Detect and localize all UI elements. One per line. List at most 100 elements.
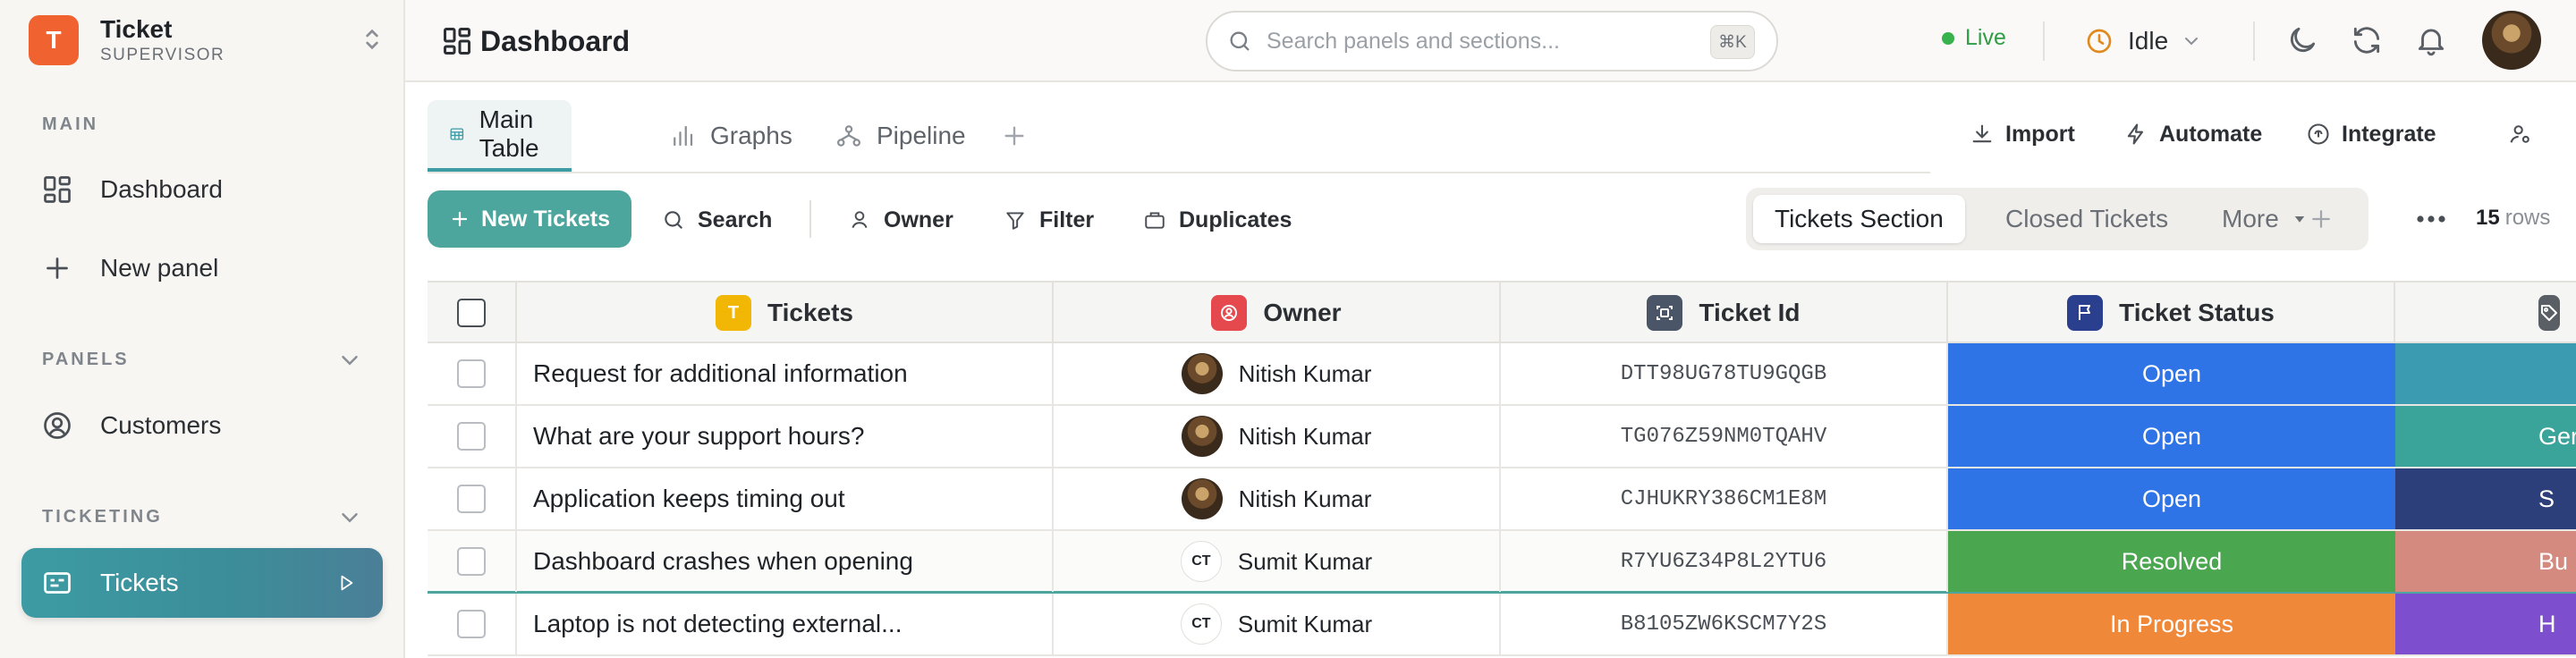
- status-badge[interactable]: In Progress: [1948, 594, 2395, 654]
- tab-label: Pipeline: [877, 122, 966, 149]
- play-icon[interactable]: [336, 573, 356, 593]
- row-checkbox[interactable]: [457, 610, 486, 638]
- sidebar-item-tickets[interactable]: Tickets: [21, 548, 383, 618]
- owner-cell[interactable]: Nitish Kumar: [1054, 343, 1501, 404]
- search-button[interactable]: Search: [662, 202, 772, 238]
- owner-cell[interactable]: CT Sumit Kumar: [1054, 531, 1501, 592]
- ticket-id: R7YU6Z34P8L2YTU6: [1620, 549, 1827, 574]
- search-label: Search: [698, 207, 773, 232]
- section-tickets[interactable]: Tickets Section: [1753, 195, 1965, 243]
- search-icon: [665, 211, 682, 229]
- owner-filter-button[interactable]: Owner: [848, 202, 953, 238]
- user-settings-icon[interactable]: [2508, 122, 2533, 147]
- table-row[interactable]: What are your support hours? Nitish Kumar…: [428, 406, 2576, 468]
- column-header-tickets[interactable]: T Tickets: [517, 283, 1054, 342]
- integrate-button[interactable]: Integrate: [2306, 116, 2436, 152]
- ticket-title-cell[interactable]: Application keeps timing out: [517, 468, 1054, 529]
- row-select-cell: [428, 594, 517, 654]
- category-badge[interactable]: H: [2395, 594, 2576, 654]
- column-header-ticket-id[interactable]: Ticket Id: [1501, 283, 1948, 342]
- row-checkbox[interactable]: [457, 485, 486, 513]
- ticket-id-cell[interactable]: DTT98UG78TU9GQGB: [1501, 343, 1948, 404]
- ticket-title-cell[interactable]: Laptop is not detecting external...: [517, 594, 1054, 654]
- owner-cell[interactable]: Nitish Kumar: [1054, 406, 1501, 467]
- ticket-title-cell[interactable]: Dashboard crashes when opening: [517, 531, 1054, 592]
- ticket-id-cell[interactable]: TG076Z59NM0TQAHV: [1501, 406, 1948, 467]
- sidebar-item-label: New panel: [100, 254, 219, 282]
- sidebar-item-new-panel[interactable]: New panel: [21, 233, 383, 303]
- column-header-owner[interactable]: Owner: [1054, 283, 1501, 342]
- chevron-up-down-icon[interactable]: [358, 25, 386, 54]
- category-badge[interactable]: Ger: [2395, 406, 2576, 467]
- sidebar-item-label: Dashboard: [100, 175, 223, 203]
- select-all-checkbox[interactable]: [457, 299, 486, 327]
- briefcase-icon: [1145, 212, 1165, 229]
- more-label: More: [2222, 205, 2279, 232]
- table-row[interactable]: Laptop is not detecting external... CT Sum…: [428, 594, 2576, 656]
- table-row[interactable]: Request for additional information Nitish…: [428, 343, 2576, 406]
- row-checkbox[interactable]: [457, 422, 486, 451]
- sidebar-item-dashboard[interactable]: Dashboard: [21, 155, 383, 224]
- owner-cell[interactable]: CT Sumit Kumar: [1054, 594, 1501, 654]
- status-badge[interactable]: Resolved: [1948, 531, 2395, 592]
- owner-name: Sumit Kumar: [1237, 547, 1373, 575]
- section-more-dropdown[interactable]: More: [2222, 195, 2308, 243]
- more-options-icon[interactable]: [2415, 206, 2447, 232]
- moon-icon[interactable]: [2285, 23, 2319, 57]
- status-badge[interactable]: Open: [1948, 406, 2395, 467]
- user-avatar[interactable]: [2482, 11, 2541, 70]
- ticket-id-cell[interactable]: R7YU6Z34P8L2YTU6: [1501, 531, 1948, 592]
- category-label: Ger: [2538, 422, 2576, 450]
- row-checkbox[interactable]: [457, 547, 486, 576]
- bar-chart-icon: [674, 125, 693, 147]
- workspace-switcher[interactable]: T Ticket SUPERVISOR: [29, 14, 386, 66]
- table-row[interactable]: Application keeps timing out Nitish Kumar…: [428, 468, 2576, 531]
- ticket-title-cell[interactable]: What are your support hours?: [517, 406, 1054, 467]
- chevron-down-icon[interactable]: [336, 347, 363, 374]
- sidebar-item-customers[interactable]: Customers: [21, 391, 383, 460]
- table-header: T Tickets Owner Ticket Id Ticket Status: [428, 281, 2576, 343]
- owner-cell[interactable]: Nitish Kumar: [1054, 468, 1501, 529]
- caret-down-icon: [2294, 216, 2305, 223]
- refresh-icon[interactable]: [2350, 23, 2384, 57]
- status-badge[interactable]: Open: [1948, 468, 2395, 529]
- search-bar[interactable]: ⌘K: [1206, 11, 1778, 72]
- ticket-id: CJHUKRY386CM1E8M: [1620, 486, 1827, 511]
- filter-icon: [1006, 212, 1024, 230]
- tab-label: Main Table: [479, 105, 539, 162]
- section-closed-tickets[interactable]: Closed Tickets: [2005, 195, 2168, 243]
- category-badge[interactable]: Bu: [2395, 531, 2576, 592]
- category-badge[interactable]: S: [2395, 468, 2576, 529]
- category-label: S: [2538, 485, 2555, 512]
- tag-icon: [2538, 295, 2560, 331]
- column-header-ticket-status[interactable]: Ticket Status: [1948, 283, 2395, 342]
- add-section-plus-icon[interactable]: [2308, 206, 2334, 232]
- automate-button[interactable]: Automate: [2123, 116, 2262, 152]
- bell-icon[interactable]: [2414, 23, 2448, 57]
- ticket-title: Application keeps timing out: [533, 485, 845, 512]
- tab-main-table[interactable]: Main Table: [428, 100, 572, 172]
- search-input[interactable]: [1267, 28, 1696, 55]
- row-checkbox[interactable]: [457, 359, 486, 388]
- status-badge[interactable]: Open: [1948, 343, 2395, 404]
- ticket-id-cell[interactable]: B8105ZW6KSCM7Y2S: [1501, 594, 1948, 654]
- ticket-table-icon: [44, 572, 71, 594]
- status-dropdown[interactable]: Idle: [2085, 20, 2202, 63]
- import-button[interactable]: Import: [1970, 116, 2075, 152]
- divider: [2253, 21, 2255, 61]
- add-tab-plus-icon[interactable]: [1000, 122, 1029, 150]
- duplicates-button[interactable]: Duplicates: [1143, 202, 1292, 238]
- chevron-down-icon[interactable]: [336, 504, 363, 531]
- ticket-id-cell[interactable]: CJHUKRY386CM1E8M: [1501, 468, 1948, 529]
- tab-graphs[interactable]: Graphs: [648, 100, 814, 172]
- filter-button[interactable]: Filter: [1004, 202, 1094, 238]
- section-switcher: Tickets Section Closed Tickets More: [1746, 188, 2368, 250]
- ticket-title-cell[interactable]: Request for additional information: [517, 343, 1054, 404]
- category-badge[interactable]: [2395, 343, 2576, 404]
- table-row[interactable]: Dashboard crashes when opening CT Sumit Ku…: [428, 531, 2576, 594]
- clock-icon: [2087, 29, 2112, 54]
- column-header-category[interactable]: [2395, 283, 2576, 342]
- tab-pipeline[interactable]: Pipeline: [814, 100, 987, 172]
- header-select-cell: [428, 283, 517, 342]
- new-tickets-button[interactable]: New Tickets: [428, 190, 631, 248]
